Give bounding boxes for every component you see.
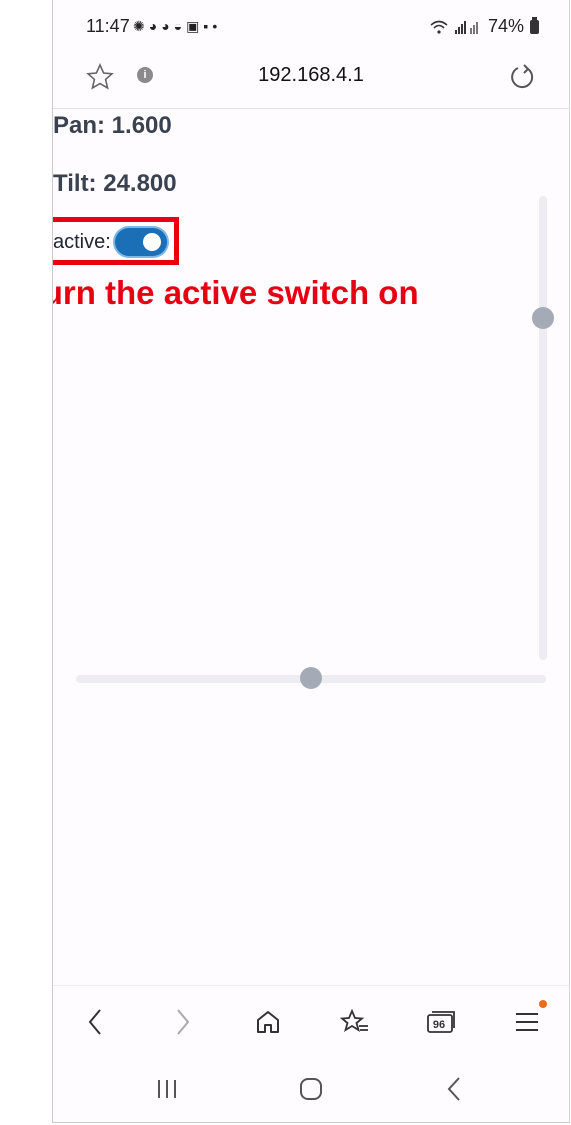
system-back-button[interactable] xyxy=(437,1075,473,1103)
system-navigation xyxy=(53,1055,569,1122)
tilt-value: Tilt: 24.800 xyxy=(53,170,177,197)
generic-app-icon: ◒ xyxy=(173,18,183,34)
status-bar: 11:47 ✺ ◕ ◕ ◒ ▣ ▪ • 74% xyxy=(53,0,569,52)
system-home-button[interactable] xyxy=(293,1075,329,1103)
discord-icon: ◕ xyxy=(148,18,158,34)
address-bar: i 192.168.4.1 xyxy=(53,52,569,109)
url-text[interactable]: 192.168.4.1 xyxy=(53,64,569,87)
discord-icon: ◕ xyxy=(161,18,170,34)
reload-icon[interactable] xyxy=(507,62,537,97)
annotation-text: Turn the active switch on xyxy=(52,274,419,311)
back-icon xyxy=(88,1009,101,1035)
tab-count: 96 xyxy=(432,1019,446,1031)
pan-slider-thumb[interactable] xyxy=(300,667,322,689)
browser-toolbar: 96 xyxy=(53,985,569,1056)
system-home-icon xyxy=(300,1078,322,1100)
back-button[interactable] xyxy=(77,1004,113,1040)
home-button[interactable] xyxy=(250,1004,286,1040)
signal-bars-icon xyxy=(454,20,478,34)
battery-icon xyxy=(530,16,539,34)
voicemail-icon: ▣ xyxy=(186,18,200,34)
system-back-icon xyxy=(447,1077,460,1101)
status-right: 74% xyxy=(430,16,539,37)
linkedin-icon: ▪ xyxy=(203,18,209,34)
browser-window: 11:47 ✺ ◕ ◕ ◒ ▣ ▪ • 74% i 192.168.4.1 Pa… xyxy=(52,0,570,1123)
bookmarks-button[interactable] xyxy=(337,1004,373,1040)
recent-apps-icon xyxy=(158,1080,176,1098)
forward-icon xyxy=(177,1009,190,1035)
home-icon xyxy=(257,1011,279,1033)
tilt-slider-thumb[interactable] xyxy=(532,307,554,329)
wifi-icon xyxy=(430,20,448,34)
notification-icons: ✺ ◕ ◕ ◒ ▣ ▪ • xyxy=(133,17,217,35)
signal-app-icon: ✺ xyxy=(133,18,145,34)
dot-icon: • xyxy=(212,18,218,34)
status-time: 11:47 xyxy=(86,16,130,36)
menu-notification-badge xyxy=(539,1000,547,1008)
menu-button[interactable] xyxy=(509,1000,547,1040)
bookmarks-icon xyxy=(340,1008,368,1032)
recent-apps-button[interactable] xyxy=(149,1075,185,1103)
tilt-slider-track[interactable] xyxy=(539,196,547,660)
menu-icon xyxy=(516,1013,538,1031)
pan-value: Pan: 1.600 xyxy=(53,112,172,139)
battery-percent: 74% xyxy=(487,16,524,36)
tabs-button[interactable]: 96 xyxy=(423,1004,459,1040)
forward-button[interactable] xyxy=(165,1004,201,1040)
annotation-highlight-box xyxy=(53,217,179,265)
